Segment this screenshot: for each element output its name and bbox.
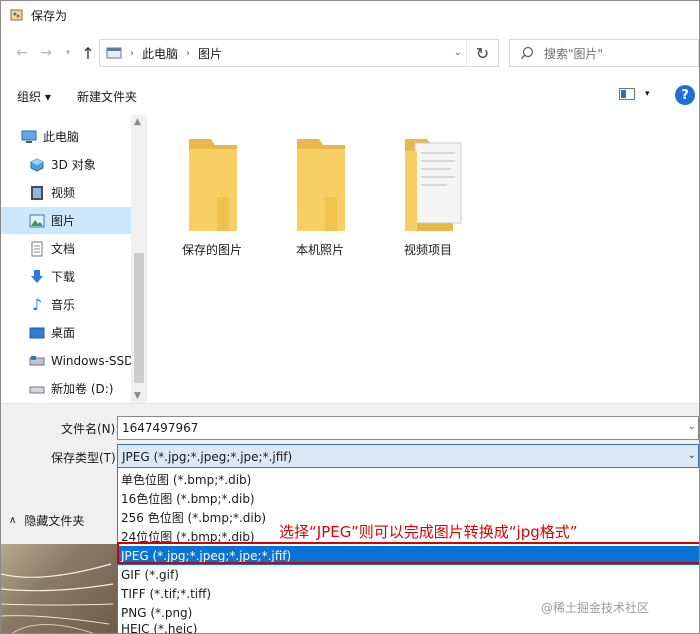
folder-video-projects[interactable]: 视频项目 <box>383 121 473 261</box>
window-title: 保存为 <box>31 8 68 23</box>
cat-whiskers-image <box>1 563 114 633</box>
scroll-up-arrow-icon[interactable]: ▲ <box>134 117 141 127</box>
download-icon <box>29 269 45 285</box>
option-monochrome-bitmap[interactable]: 单色位图 (*.bmp;*.dib) <box>118 470 699 489</box>
help-icon[interactable]: ? <box>675 85 695 105</box>
sidebar-item-label: 此电脑 <box>43 130 80 144</box>
picture-icon <box>29 213 45 229</box>
scrollbar-thumb[interactable] <box>134 253 144 383</box>
filename-dropdown-chevron-icon[interactable]: ⌄ <box>688 421 696 432</box>
document-icon <box>29 241 45 257</box>
sidebar-item-label: 桌面 <box>51 326 76 340</box>
cube-icon <box>29 157 45 173</box>
new-folder-button[interactable]: 新建文件夹 <box>77 88 137 105</box>
file-list-area: 保存的图片 本机照片 视频项目 <box>147 115 699 403</box>
search-icon <box>520 46 534 60</box>
view-layout-icon <box>619 88 635 100</box>
command-bar: 组织 ▾ 新建文件夹 ▾ ? <box>1 79 699 113</box>
refresh-icon[interactable]: ↻ <box>466 40 498 66</box>
navigation-pane: 此电脑 3D 对象 视频 图片 文档 下载 ♪ 音乐 桌面 Windows-SS… <box>1 115 147 403</box>
sidebar-item-label: 图片 <box>51 214 76 228</box>
option-gif[interactable]: GIF (*.gif) <box>118 565 699 584</box>
sidebar-item-windows-ssd[interactable]: Windows-SSD ( <box>29 347 131 374</box>
chevron-up-icon: ∧ <box>9 515 17 526</box>
address-dropdown-chevron-icon[interactable]: ⌄ <box>454 47 462 58</box>
hide-folders-label: 隐藏文件夹 <box>24 514 85 528</box>
save-as-dialog: 保存为 ← → ▾ ↑ › 此电脑 › 图片 ⌄ ↻ 搜索"图片" 组织 ▾ 新… <box>0 0 700 634</box>
computer-icon <box>21 129 37 145</box>
background-wallpaper-image <box>1 544 117 633</box>
option-heic[interactable]: HEIC (*.heic) <box>118 622 699 633</box>
folder-label: 视频项目 <box>403 243 452 257</box>
forward-arrow-icon[interactable]: → <box>35 42 57 64</box>
folder-camera-roll[interactable]: 本机照片 <box>275 121 365 261</box>
folder-with-document-icon <box>405 139 462 231</box>
breadcrumb-separator-icon: › <box>186 47 191 59</box>
breadcrumb-separator-icon: › <box>130 47 134 59</box>
filetype-dropdown-chevron-icon[interactable]: ⌄ <box>688 450 696 461</box>
search-placeholder: 搜索"图片" <box>544 46 604 61</box>
navigation-bar: ← → ▾ ↑ › 此电脑 › 图片 ⌄ ↻ 搜索"图片" <box>1 31 699 75</box>
filename-label: 文件名(N): <box>61 422 120 436</box>
sidebar-item-label: 3D 对象 <box>51 158 96 172</box>
video-icon <box>29 185 45 201</box>
sidebar-item-label: 视频 <box>51 186 76 200</box>
hide-folders-toggle[interactable]: ∧ 隐藏文件夹 <box>9 512 84 529</box>
change-view-button[interactable]: ▾ <box>619 88 650 100</box>
filename-field[interactable]: 1647497967 ⌄ <box>117 416 699 440</box>
option-16-color-bitmap[interactable]: 16色位图 (*.bmp;*.dib) <box>118 489 699 508</box>
paint-app-icon <box>10 9 23 21</box>
folder-icon <box>297 139 345 231</box>
folder-saved-pictures[interactable]: 保存的图片 <box>167 121 257 261</box>
folder-label: 本机照片 <box>295 243 344 257</box>
scroll-down-arrow-icon[interactable]: ▼ <box>134 391 141 401</box>
folder-path-icon <box>106 47 122 59</box>
folder-label: 保存的图片 <box>181 243 242 257</box>
filetype-value: JPEG (*.jpg;*.jpeg;*.jpe;*.jfif) <box>122 450 293 464</box>
sidebar-item-label: 音乐 <box>51 298 76 312</box>
annotation-text: 选择“JPEG”则可以完成图片转换成“jpg格式” <box>279 523 578 541</box>
sidebar-item-label: Windows-SSD ( <box>51 353 131 368</box>
folder-icon <box>189 139 237 231</box>
navigation-pane-scrollbar[interactable]: ▲ ▼ <box>131 115 147 403</box>
annotation-highlight-box <box>117 542 699 564</box>
up-arrow-icon[interactable]: ↑ <box>77 42 99 64</box>
drive-icon <box>29 381 45 397</box>
drive-icon <box>29 353 45 369</box>
breadcrumb-this-pc[interactable]: 此电脑 <box>142 45 178 62</box>
filetype-label: 保存类型(T): <box>51 451 120 465</box>
sidebar-item-label: 新加卷 (D:) <box>51 382 114 396</box>
desktop-icon <box>29 325 45 341</box>
view-dropdown-chevron-icon: ▾ <box>645 89 650 99</box>
back-arrow-icon[interactable]: ← <box>11 42 33 64</box>
filename-value: 1647497967 <box>122 421 199 435</box>
sidebar-item-pictures[interactable]: 图片 <box>1 207 131 234</box>
address-bar[interactable]: › 此电脑 › 图片 ⌄ ↻ <box>99 39 499 67</box>
search-input[interactable]: 搜索"图片" <box>509 39 699 67</box>
sidebar-item-label: 下载 <box>51 270 76 284</box>
music-icon: ♪ <box>31 295 43 314</box>
recent-locations-chevron-icon[interactable]: ▾ <box>57 42 79 64</box>
title-bar: 保存为 <box>1 1 699 29</box>
breadcrumb-pictures[interactable]: 图片 <box>198 45 222 62</box>
organize-button[interactable]: 组织 ▾ <box>17 88 51 105</box>
sidebar-item-label: 文档 <box>51 242 76 256</box>
watermark: @稀土掘金技术社区 <box>541 601 650 615</box>
